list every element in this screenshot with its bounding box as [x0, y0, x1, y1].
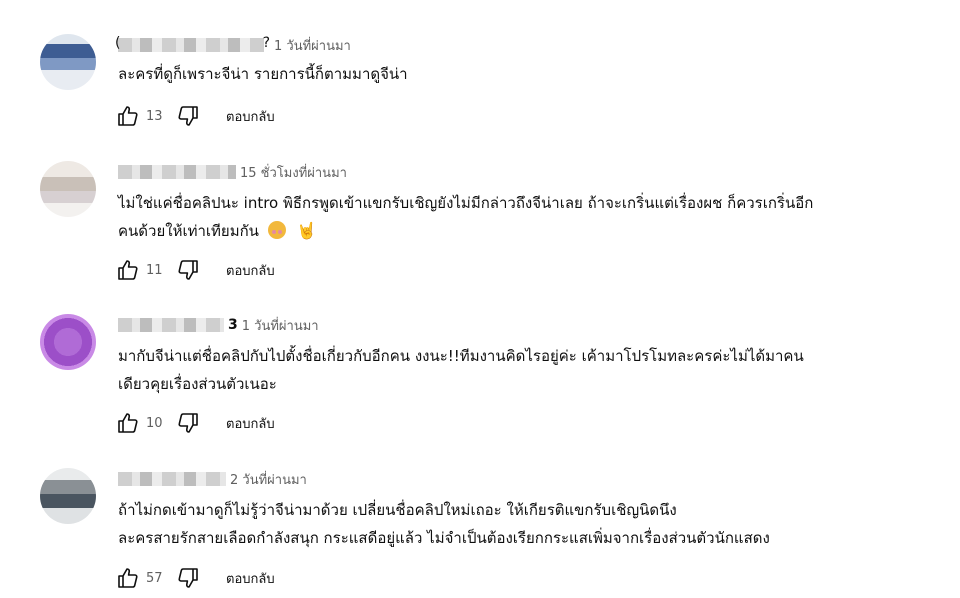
avatar[interactable] [40, 161, 96, 217]
rock-hand-emoji: 🤘 [296, 221, 317, 240]
author-name-blurred[interactable]: (? [115, 35, 270, 52]
comment-text: ถ้าไม่กดเข้ามาดูก็ไม่รู้ว่าจีน่ามาด้วย เ… [118, 501, 770, 547]
comment-timestamp[interactable]: 2 วันที่ผ่านมา [230, 469, 307, 490]
comment-timestamp[interactable]: 1 วันที่ผ่านมา [242, 315, 319, 336]
comment-thread: 2 วันที่ผ่านมา ถ้าไม่กดเข้ามาดูก็ไม่รู้ว… [0, 468, 960, 598]
like-count: 10 [146, 415, 163, 431]
comment-header: 3 1 วันที่ผ่านมา [118, 314, 319, 336]
like-count: 57 [146, 570, 163, 586]
thumb-down-outline-icon [178, 260, 198, 280]
author-name-blurred[interactable] [118, 318, 224, 332]
dislike-button[interactable] [172, 562, 204, 594]
comment-thread: 15 ชั่วโมงที่ผ่านมา ไม่ใช่แค่ชื่อคลิปนะ … [0, 161, 960, 301]
avatar[interactable] [40, 34, 96, 90]
previous-comment-cutoff [118, 0, 208, 2]
comment-text: มากับจีน่าแต่ชื่อคลิปกับไปตั้งชื่อเกี่ยว… [118, 347, 804, 393]
like-count: 13 [146, 108, 163, 124]
dislike-button[interactable] [172, 100, 204, 132]
avatar[interactable] [40, 314, 96, 370]
like-button[interactable] [112, 407, 144, 439]
like-button[interactable] [112, 254, 144, 286]
avatar[interactable] [40, 468, 96, 524]
comment-thread: (? 1 วันที่ผ่านมา ละครที่ดูก็เพราะจีน่า … [0, 34, 960, 144]
thumb-up-outline-icon [118, 568, 138, 588]
comment-actions: 10 ตอบกลับ [112, 407, 275, 439]
comment-actions: 13 ตอบกลับ [112, 100, 275, 132]
thumb-up-outline-icon [118, 106, 138, 126]
comment-actions: 11 ตอบกลับ [112, 254, 275, 286]
comment-thread: 3 1 วันที่ผ่านมา มากับจีน่าแต่ชื่อคลิปกั… [0, 314, 960, 454]
reply-button[interactable]: ตอบกลับ [226, 413, 275, 434]
thumb-up-outline-icon [118, 260, 138, 280]
comment-actions: 57 ตอบกลับ [112, 562, 275, 594]
dislike-button[interactable] [172, 407, 204, 439]
comment-header: 15 ชั่วโมงที่ผ่านมา [118, 161, 347, 183]
author-name-blurred[interactable] [118, 472, 226, 486]
author-name-blurred[interactable] [118, 165, 236, 179]
reply-button[interactable]: ตอบกลับ [226, 106, 275, 127]
like-button[interactable] [112, 100, 144, 132]
comment-header: 2 วันที่ผ่านมา [118, 468, 307, 490]
thumb-down-outline-icon [178, 106, 198, 126]
comment-timestamp[interactable]: 15 ชั่วโมงที่ผ่านมา [240, 162, 347, 183]
like-count: 11 [146, 262, 163, 278]
reply-button[interactable]: ตอบกลับ [226, 260, 275, 281]
pleading-face-emoji [267, 221, 286, 239]
thumb-down-outline-icon [178, 413, 198, 433]
like-button[interactable] [112, 562, 144, 594]
reply-button[interactable]: ตอบกลับ [226, 568, 275, 589]
comment-header: (? 1 วันที่ผ่านมา [115, 34, 351, 56]
comment-timestamp[interactable]: 1 วันที่ผ่านมา [274, 35, 351, 56]
comment-text: ละครที่ดูก็เพราะจีน่า รายการนี้ก็ตามมาดู… [118, 65, 408, 83]
dislike-button[interactable] [172, 254, 204, 286]
author-name-suffix[interactable]: 3 [228, 317, 238, 333]
comment-text: ไม่ใช่แค่ชื่อคลิปนะ intro พิธีกรพูดเข้าแ… [118, 194, 814, 240]
thumb-down-outline-icon [178, 568, 198, 588]
thumb-up-outline-icon [118, 413, 138, 433]
